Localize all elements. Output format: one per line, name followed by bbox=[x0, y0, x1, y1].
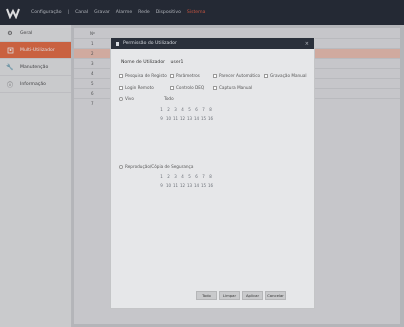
radio-icon[interactable] bbox=[119, 96, 123, 101]
channel-13[interactable]: 13 bbox=[186, 114, 193, 123]
all-label: Todo bbox=[164, 96, 174, 101]
channel-14[interactable]: 14 bbox=[193, 181, 200, 190]
channel-8[interactable]: 8 bbox=[207, 105, 214, 114]
checkbox-icon[interactable] bbox=[119, 73, 123, 78]
channel-4[interactable]: 4 bbox=[179, 172, 186, 181]
perm-label: Captura Manual bbox=[219, 85, 253, 90]
perm-parametros[interactable]: Parâmetros bbox=[170, 73, 200, 78]
close-icon[interactable]: × bbox=[305, 41, 309, 47]
perm-parecer[interactable]: Parecer Automático bbox=[213, 73, 260, 78]
perm-label: Parâmetros bbox=[176, 73, 200, 78]
perm-pesquisa[interactable]: Pesquisa de Registo bbox=[119, 73, 167, 78]
perm-vivo[interactable]: Vivo bbox=[119, 96, 134, 101]
apply-button[interactable]: Aplicar bbox=[242, 291, 263, 300]
perm-label: Pesquisa de Registo bbox=[125, 73, 167, 78]
channel-1[interactable]: 1 bbox=[158, 105, 165, 114]
title-bullet-icon bbox=[116, 41, 119, 46]
channel-3[interactable]: 3 bbox=[172, 172, 179, 181]
select-all-button[interactable]: Todo bbox=[196, 291, 217, 300]
live-channel-grid: 1 2 3 4 5 6 7 8 9 10 11 12 13 14 15 16 bbox=[158, 105, 214, 123]
channel-11[interactable]: 11 bbox=[172, 181, 179, 190]
perm-label: Login Remoto bbox=[125, 85, 154, 90]
checkbox-icon[interactable] bbox=[264, 73, 268, 78]
channel-3[interactable]: 3 bbox=[172, 105, 179, 114]
channel-16[interactable]: 16 bbox=[207, 114, 214, 123]
channel-9[interactable]: 9 bbox=[158, 181, 165, 190]
dialog-title-bar: Permissão do Utilizador × bbox=[111, 38, 314, 49]
username-label: Nome de Utilizador bbox=[121, 60, 166, 65]
perm-label: Controlo DEQ bbox=[176, 85, 205, 90]
channel-10[interactable]: 10 bbox=[165, 181, 172, 190]
perm-gravacao[interactable]: Gravação Manual bbox=[264, 73, 307, 78]
dialog-button-bar: Todo Limpar Aplicar Cancelar bbox=[196, 291, 286, 300]
channel-7[interactable]: 7 bbox=[200, 105, 207, 114]
playback-channel-grid: 1 2 3 4 5 6 7 8 9 10 11 12 13 14 15 16 bbox=[158, 172, 214, 190]
channel-6[interactable]: 6 bbox=[193, 172, 200, 181]
perm-controlo[interactable]: Controlo DEQ bbox=[170, 85, 204, 90]
channel-4[interactable]: 4 bbox=[179, 105, 186, 114]
perm-reproducao[interactable]: Reprodução/Cópia de Segurança bbox=[119, 164, 193, 169]
channel-15[interactable]: 15 bbox=[200, 181, 207, 190]
perm-label: Parecer Automático bbox=[219, 73, 261, 78]
checkbox-icon[interactable] bbox=[170, 73, 174, 78]
channel-16[interactable]: 16 bbox=[207, 181, 214, 190]
channel-9[interactable]: 9 bbox=[158, 114, 165, 123]
channel-5[interactable]: 5 bbox=[186, 172, 193, 181]
radio-icon[interactable] bbox=[119, 164, 123, 169]
user-permission-dialog: Permissão do Utilizador × Nome de Utiliz… bbox=[110, 37, 315, 309]
channel-12[interactable]: 12 bbox=[179, 114, 186, 123]
username-value: user1 bbox=[170, 60, 184, 65]
clear-button[interactable]: Limpar bbox=[219, 291, 240, 300]
channel-15[interactable]: 15 bbox=[200, 114, 207, 123]
perm-label: Gravação Manual bbox=[270, 73, 307, 78]
perm-label: Reprodução/Cópia de Segurança bbox=[125, 164, 194, 169]
channel-7[interactable]: 7 bbox=[200, 172, 207, 181]
channel-1[interactable]: 1 bbox=[158, 172, 165, 181]
checkbox-icon[interactable] bbox=[213, 85, 217, 90]
perm-label: Vivo bbox=[125, 96, 134, 101]
cancel-button[interactable]: Cancelar bbox=[265, 291, 286, 300]
channel-12[interactable]: 12 bbox=[179, 181, 186, 190]
perm-login-remoto[interactable]: Login Remoto bbox=[119, 85, 154, 90]
channel-8[interactable]: 8 bbox=[207, 172, 214, 181]
live-todo[interactable]: Todo bbox=[164, 96, 174, 101]
channel-6[interactable]: 6 bbox=[193, 105, 200, 114]
username-row: Nome de Utilizador user1 bbox=[121, 60, 183, 65]
checkbox-icon[interactable] bbox=[170, 85, 174, 90]
channel-5[interactable]: 5 bbox=[186, 105, 193, 114]
dialog-title: Permissão do Utilizador bbox=[123, 41, 177, 46]
channel-2[interactable]: 2 bbox=[165, 105, 172, 114]
channel-10[interactable]: 10 bbox=[165, 114, 172, 123]
checkbox-icon[interactable] bbox=[213, 73, 217, 78]
channel-2[interactable]: 2 bbox=[165, 172, 172, 181]
perm-captura[interactable]: Captura Manual bbox=[213, 85, 252, 90]
channel-13[interactable]: 13 bbox=[186, 181, 193, 190]
channel-14[interactable]: 14 bbox=[193, 114, 200, 123]
checkbox-icon[interactable] bbox=[119, 85, 123, 90]
channel-11[interactable]: 11 bbox=[172, 114, 179, 123]
